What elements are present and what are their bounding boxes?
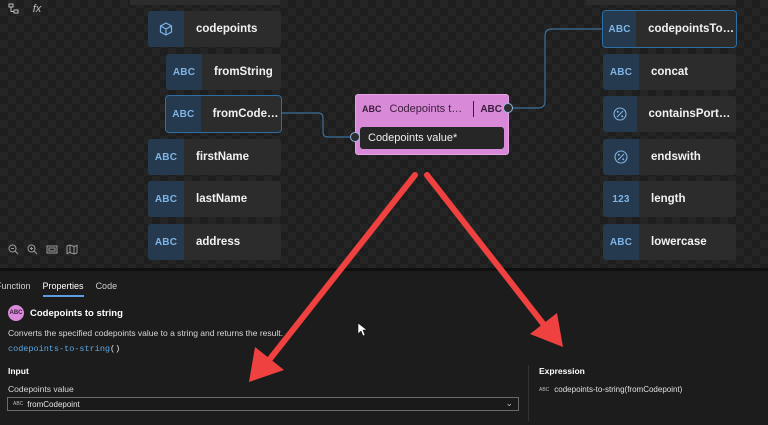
node-label: codepoints (196, 23, 258, 35)
function-input-port[interactable] (350, 132, 360, 142)
panel-tabs: Function Properties Code (0, 281, 129, 297)
mapping-canvas[interactable]: fx codepoints ABC fromString ABC fromCod… (0, 0, 768, 268)
output-type-label: ABC (480, 103, 502, 115)
tab-properties[interactable]: Properties (42, 281, 84, 297)
minimap-icon[interactable] (66, 244, 78, 258)
node-label: lastName (196, 193, 248, 205)
abc-type-icon: ABC (603, 54, 639, 90)
signature-parens: () (110, 344, 121, 354)
source-node-lastname[interactable]: ABC lastName (148, 181, 281, 217)
source-node-address[interactable]: ABC address (148, 224, 281, 260)
fit-to-screen-icon[interactable] (46, 244, 58, 258)
abc-type-icon: ABC (603, 11, 637, 47)
input-section-heading: Input (8, 366, 29, 376)
selected-value: fromCodepoint (27, 399, 80, 409)
source-node-firstname[interactable]: ABC firstName (148, 139, 281, 175)
zoom-out-icon[interactable] (8, 244, 19, 258)
function-title: Codepoints to string (30, 307, 123, 319)
node-label: fromCodep... (212, 108, 281, 120)
node-label: containsPortugal (648, 108, 736, 120)
function-icon: ABC (8, 305, 24, 321)
tab-function[interactable]: Function (0, 281, 31, 297)
expression-value: codepoints-to-string(fromCodepoint) (554, 385, 683, 394)
function-description: Converts the specified codepoints value … (8, 328, 283, 338)
tab-code[interactable]: Code (96, 281, 118, 297)
abc-type-icon: ABC (13, 401, 24, 407)
node-label: fromString (214, 66, 273, 78)
abc-type-icon: ABC (539, 386, 550, 393)
function-node-title: Codepoints to ... (389, 103, 468, 115)
abc-type-icon: ABC (148, 139, 184, 175)
expression-row: ABC codepoints-to-string(fromCodepoint) (539, 385, 682, 394)
canvas-top-toolbar: fx (6, 3, 44, 17)
node-label: length (651, 193, 686, 205)
function-input-codepoints-value[interactable]: Codepoints value* (360, 127, 504, 149)
node-label: endswith (651, 151, 701, 163)
function-node-header: ABC Codepoints to ... ABC (356, 95, 508, 123)
node-label: lowercase (651, 236, 707, 248)
zoom-toolbar (8, 244, 78, 258)
target-node-codepointstostring[interactable]: ABC codepointsToSt... (602, 10, 737, 48)
codepoints-value-label: Codepoints value (8, 384, 74, 394)
target-node-lowercase[interactable]: ABC lowercase (603, 224, 736, 260)
function-output-port[interactable] (503, 103, 513, 113)
function-signature: codepoints-to-string() (8, 344, 120, 354)
connector-function-to-output (509, 28, 603, 109)
abc-type-icon: ABC (148, 224, 184, 260)
codepoints-value-select[interactable]: ABC fromCodepoint ⌄ (7, 397, 519, 411)
abc-type-icon: ABC (166, 96, 201, 132)
source-node-fromcodepoint[interactable]: ABC fromCodep... (165, 95, 282, 133)
mapping-designer: fx codepoints ABC fromString ABC fromCod… (0, 0, 768, 425)
fx-button[interactable]: fx (30, 3, 44, 17)
zoom-in-icon[interactable] (27, 244, 38, 258)
signature-function-name[interactable]: codepoints-to-string (8, 344, 110, 354)
abc-type-icon: ABC (603, 224, 639, 260)
source-node-fromstring[interactable]: ABC fromString (166, 54, 281, 90)
properties-panel: Function Properties Code ABC Codepoints … (0, 271, 768, 425)
node-label: address (196, 236, 241, 248)
source-node-codepoints[interactable]: codepoints (148, 11, 281, 47)
function-node-codepoints-to-string[interactable]: ABC Codepoints to ... ABC Codepoints val… (355, 94, 509, 155)
node-label: concat (651, 66, 689, 78)
connector-fromcodepoint-to-function (282, 112, 355, 138)
number-type-icon: 123 (603, 181, 639, 217)
abc-type-icon: ABC (166, 54, 202, 90)
expression-section-heading: Expression (539, 366, 585, 376)
abc-type-icon: ABC (148, 181, 184, 217)
tree-icon[interactable] (6, 3, 20, 17)
function-heading: ABC Codepoints to string (8, 305, 123, 321)
node-label: firstName (196, 151, 250, 163)
divider (528, 365, 529, 421)
target-node-concat[interactable]: ABC concat (603, 54, 736, 90)
function-edit-icon: ABC (362, 104, 382, 114)
percent-icon (603, 139, 639, 175)
node-label: codepointsToSt... (648, 23, 736, 35)
percent-icon (603, 96, 637, 132)
target-node-endswith[interactable]: endswith (603, 139, 736, 175)
target-node-containsportugal[interactable]: containsPortugal (603, 96, 736, 132)
chevron-down-icon[interactable]: ⌄ (505, 398, 513, 409)
cube-icon (148, 11, 184, 47)
divider (473, 101, 475, 117)
target-node-length[interactable]: 123 length (603, 181, 736, 217)
